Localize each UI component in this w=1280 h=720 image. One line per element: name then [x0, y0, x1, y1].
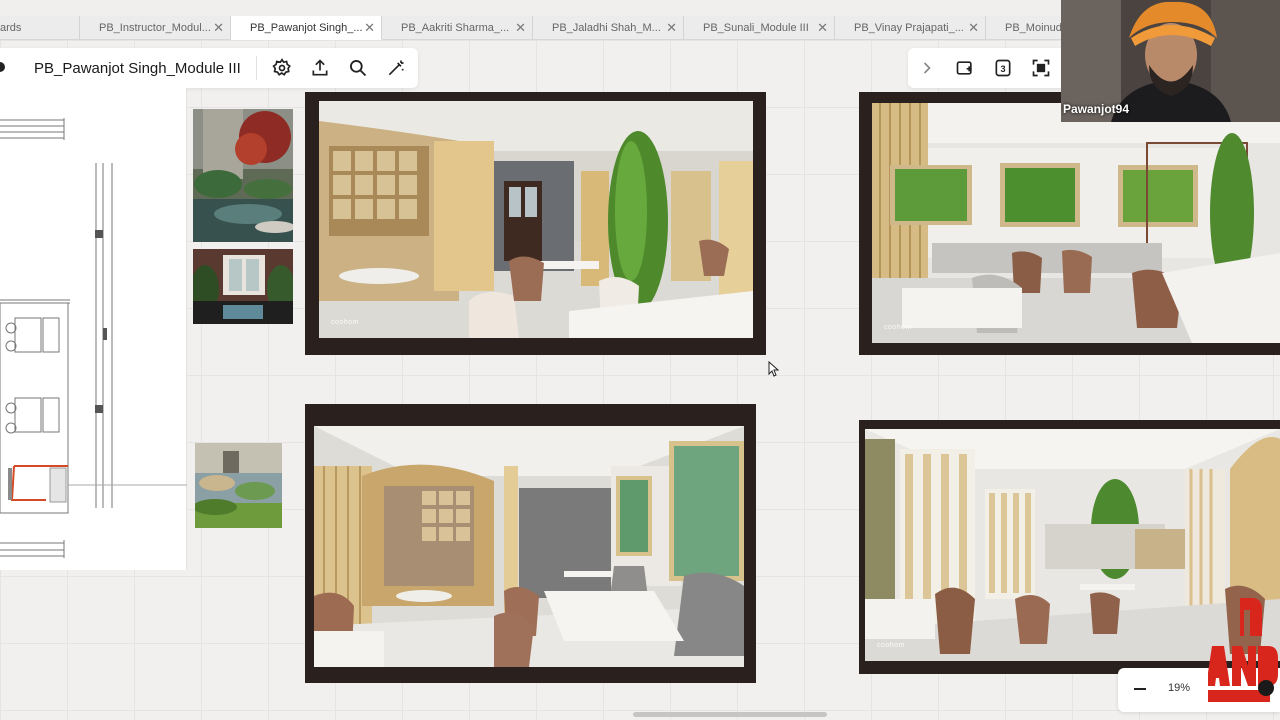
participant-webcam: Pawanjot94	[1061, 0, 1280, 122]
render-image-booth-seating	[314, 426, 744, 667]
render-frame-2[interactable]: coohom	[859, 92, 1280, 355]
tab-label: PB_Instructor_Modul...	[99, 22, 211, 34]
zoom-level[interactable]: 19%	[1168, 682, 1190, 694]
reference-image-garden-pond[interactable]	[193, 109, 293, 242]
tab-sunali[interactable]: PB_Sunali_Module III ✕	[684, 16, 835, 40]
floor-plan-sheet[interactable]	[0, 88, 187, 570]
tab-label: PB_Vinay Prajapati_...	[854, 22, 964, 34]
tab-label: ards	[0, 22, 22, 34]
close-icon[interactable]: ✕	[666, 16, 677, 40]
tab-label: PB_Aakriti Sharma_...	[401, 22, 510, 34]
render-frame-1[interactable]: coohom	[305, 92, 766, 355]
render-image-dining: coohom	[872, 103, 1280, 343]
count-badge: 3	[1000, 64, 1005, 74]
render-watermark: coohom	[877, 642, 905, 649]
participant-name: Pawanjot94	[1063, 102, 1130, 116]
zoom-out-icon[interactable]	[1134, 688, 1146, 690]
tab-pawanjot-singh[interactable]: PB_Pawanjot Singh_... ✕	[231, 16, 382, 40]
chevron-right-icon[interactable]	[908, 51, 946, 85]
close-icon[interactable]: ✕	[515, 16, 526, 40]
toolbar-divider	[256, 56, 257, 80]
tab-aakriti-sharma[interactable]: PB_Aakriti Sharma_... ✕	[382, 16, 533, 40]
horizontal-scrollbar[interactable]	[633, 712, 827, 717]
render-watermark: coohom	[884, 324, 912, 331]
render-watermark: coohom	[331, 319, 359, 326]
tab-vinay-prajapati[interactable]: PB_Vinay Prajapati_... ✕	[835, 16, 986, 40]
tab-label: PB_Jaladhi Shah_M...	[552, 22, 661, 34]
close-icon[interactable]: ✕	[817, 16, 828, 40]
mouse-cursor-icon	[768, 361, 780, 377]
close-icon[interactable]: ✕	[968, 16, 979, 40]
tab-instructor-module[interactable]: PB_Instructor_Modul... ✕	[80, 16, 231, 40]
back-icon[interactable]	[0, 48, 18, 88]
board-toolbar: PB_Pawanjot Singh_Module III	[0, 48, 418, 88]
tab-label: PB_Sunali_Module III	[703, 22, 809, 34]
board-title[interactable]: PB_Pawanjot Singh_Module III	[34, 60, 256, 77]
close-icon[interactable]: ✕	[213, 16, 224, 40]
floor-plan-drawing	[0, 118, 187, 558]
search-icon[interactable]	[339, 51, 377, 85]
render-image-lounge: coohom	[319, 101, 753, 338]
render-frame-3[interactable]	[305, 404, 756, 683]
reference-image-courtyard[interactable]	[193, 249, 293, 324]
academy-logo	[1206, 596, 1280, 706]
tab-label: PB_Pawanjot Singh_...	[250, 22, 363, 34]
comment-count-icon[interactable]: 3	[984, 51, 1022, 85]
tab-boards[interactable]: ards	[0, 16, 80, 40]
focus-frame-icon[interactable]	[1022, 51, 1060, 85]
reference-image-water-feature[interactable]	[195, 443, 282, 528]
add-frame-icon[interactable]	[946, 51, 984, 85]
close-icon[interactable]: ✕	[364, 16, 375, 39]
tab-jaladhi-shah[interactable]: PB_Jaladhi Shah_M... ✕	[533, 16, 684, 40]
tab-label: PB_Moinudd	[1005, 22, 1068, 34]
magic-wand-icon[interactable]	[377, 51, 415, 85]
settings-icon[interactable]	[263, 51, 301, 85]
share-upload-icon[interactable]	[301, 51, 339, 85]
